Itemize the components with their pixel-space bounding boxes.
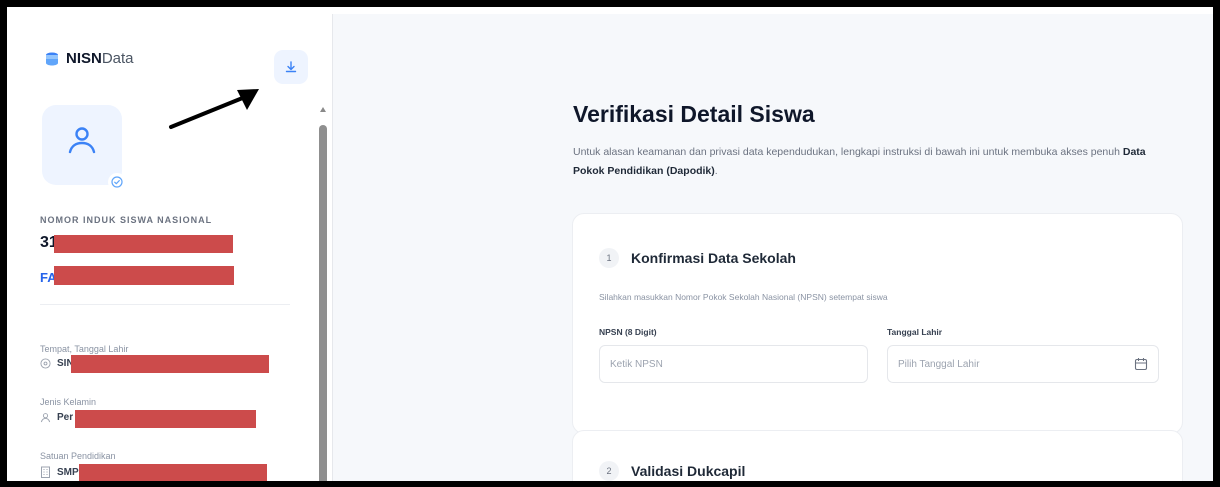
dukcapil-validation-card: 2 Validasi Dukcapil: [572, 430, 1183, 481]
redaction-bar: [79, 464, 267, 481]
dob-input[interactable]: Pilih Tanggal Lahir: [887, 345, 1159, 383]
step-header: 1 Konfirmasi Data Sekolah: [599, 248, 796, 268]
user-icon: [68, 127, 96, 154]
school-label: Satuan Pendidikan: [40, 451, 116, 461]
npsn-label: NPSN (8 Digit): [599, 327, 657, 337]
scrollbar-thumb[interactable]: [319, 125, 327, 481]
step-title: Validasi Dukcapil: [631, 463, 746, 479]
redaction-bar: [75, 410, 256, 428]
desc-text: Untuk alasan keamanan dan privasi data k…: [573, 146, 1120, 158]
school-confirmation-card: 1 Konfirmasi Data Sekolah Silahkan masuk…: [572, 213, 1183, 434]
database-icon: [46, 52, 58, 65]
nisn-label: NOMOR INDUK SISWA NASIONAL: [40, 215, 213, 225]
dob-placeholder: Pilih Tanggal Lahir: [898, 358, 980, 370]
gender-label: Jenis Kelamin: [40, 397, 97, 407]
birth-label: Tempat, Tanggal Lahir: [40, 344, 129, 354]
step-header: 2 Validasi Dukcapil: [599, 461, 745, 481]
verified-badge: [108, 173, 126, 191]
building-icon: [41, 466, 50, 478]
scroll-up-arrow[interactable]: [320, 107, 326, 112]
download-button[interactable]: [274, 50, 308, 84]
main-content: Verifikasi Detail Siswa Untuk alasan kea…: [333, 14, 1213, 481]
redaction-bar: [71, 355, 269, 373]
gender-value: Per: [57, 412, 74, 423]
npsn-placeholder: Ketik NPSN: [610, 358, 663, 370]
check-circle-icon: [111, 176, 123, 188]
redaction-bar: [54, 266, 234, 285]
download-icon: [285, 61, 297, 73]
npsn-input[interactable]: Ketik NPSN: [599, 345, 868, 383]
page-description: Untuk alasan keamanan dan privasi data k…: [573, 143, 1163, 181]
screenshot-frame: NISNData NOMOR INDUK SISWA NASIONAL 31 F…: [0, 0, 1220, 487]
calendar-icon[interactable]: [1134, 357, 1148, 371]
avatar: [42, 105, 126, 191]
school-value: SMP: [57, 466, 79, 478]
step-title: Konfirmasi Data Sekolah: [631, 250, 796, 266]
dob-label: Tanggal Lahir: [887, 327, 943, 337]
step-description: Silahkan masukkan Nomor Pokok Sekolah Na…: [599, 292, 888, 302]
app-name: NISNData: [66, 50, 134, 67]
redaction-bar: [54, 235, 233, 253]
annotation-arrow-icon: [169, 89, 259, 129]
app-logo[interactable]: NISNData: [44, 50, 134, 67]
gender-value-row: Per: [40, 412, 73, 423]
step-number: 1: [599, 248, 619, 268]
sidebar-scrollbar[interactable]: [319, 107, 328, 481]
step-number: 2: [599, 461, 619, 481]
location-icon: [40, 358, 51, 369]
school-value-row: SMP: [40, 466, 79, 478]
desc-end: .: [714, 165, 718, 177]
divider: [40, 304, 290, 305]
user-icon: [40, 413, 51, 423]
page-title: Verifikasi Detail Siswa: [573, 101, 815, 127]
